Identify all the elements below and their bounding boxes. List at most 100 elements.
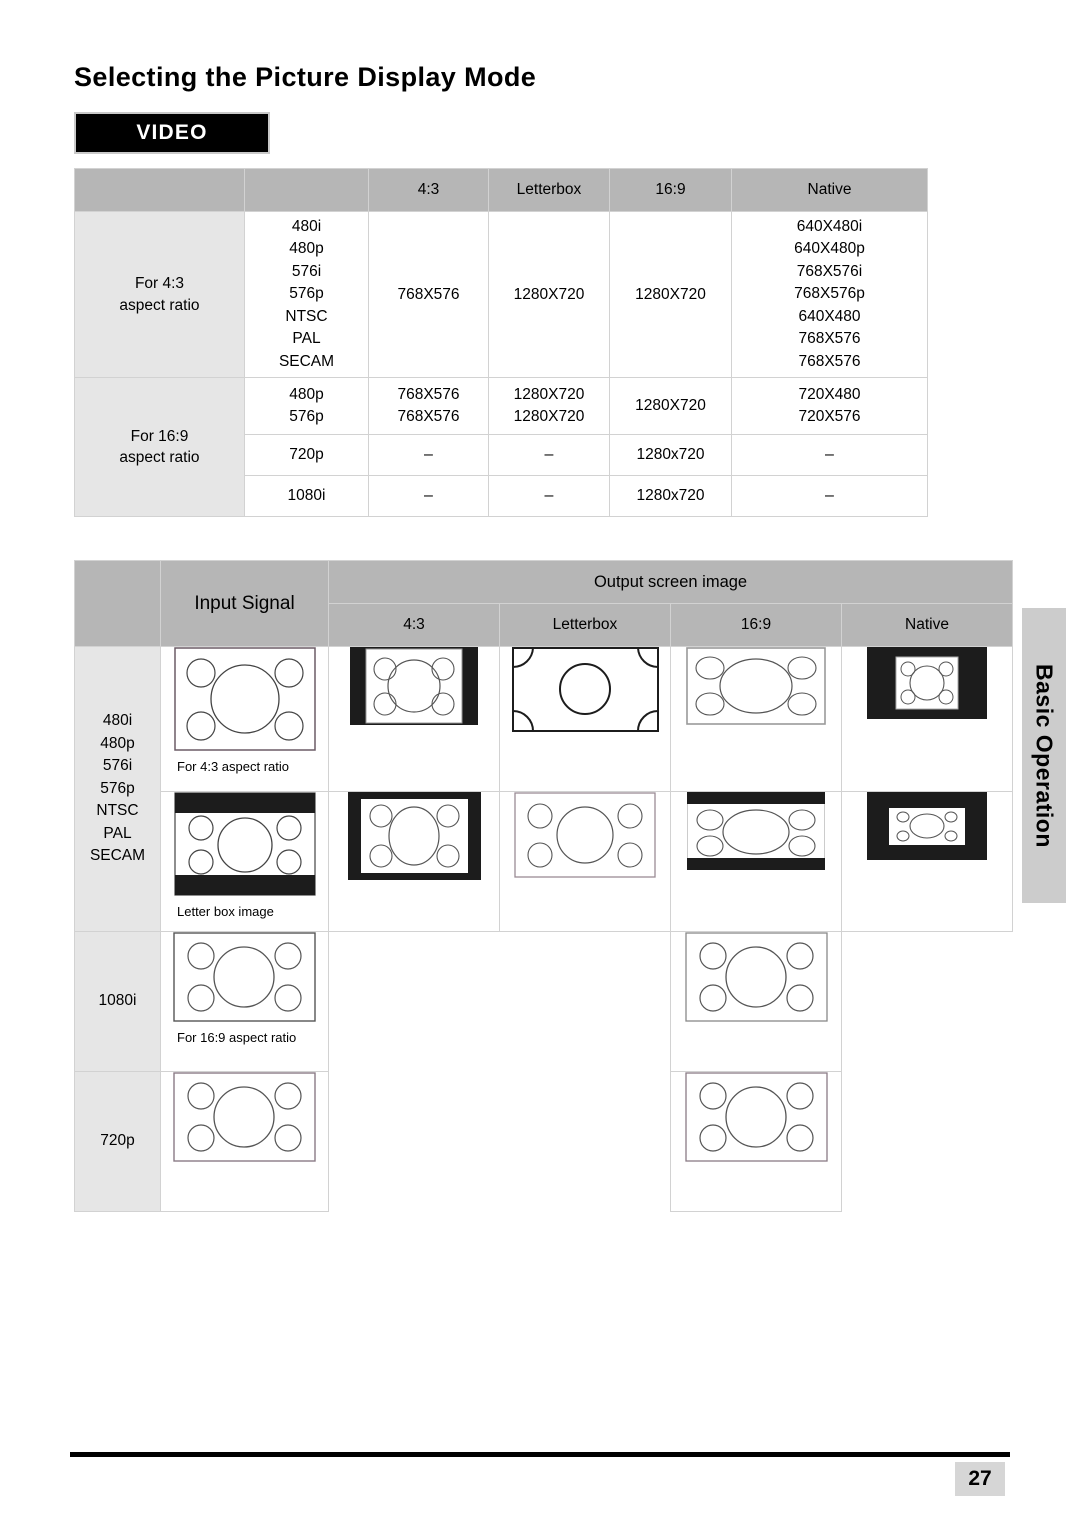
group-label-169-line1: For 16:9 [130, 427, 189, 445]
output-thumb-169-from-letterbox [670, 791, 842, 932]
thumb-pillarbox-43 [329, 647, 499, 725]
screen-diagram-fill-icon [514, 792, 656, 878]
input-thumb-43: For 4:3 aspect ratio [160, 646, 329, 792]
screen-diagram-zoom-crop-icon [511, 647, 659, 732]
value-169a-native: 720X480 720X576 [731, 377, 928, 435]
header-ratio-169: 16:9 [609, 168, 732, 212]
thumb-box-43 [161, 647, 328, 751]
value-43-native: 640X480i 640X480p 768X576i 768X576p 640X… [731, 211, 928, 378]
screen-diagram-pillarbox-letterbox-icon [347, 792, 481, 880]
thumb-fill-169-720p [671, 1072, 841, 1162]
value-169a-ratio43: 768X576 768X576 [368, 377, 489, 435]
signal-list-169-a: 480p 576p [244, 377, 369, 435]
output-empty-native-1080i [841, 931, 1013, 1072]
thumb-box-169-1080i [161, 932, 328, 1022]
output-empty-43-720p [328, 1071, 500, 1212]
table-row: For 16:9 aspect ratio 480p 576p 768X576 … [74, 377, 928, 517]
value-720p-ratio43: – [368, 434, 489, 476]
value-1080i-letterbox: – [488, 475, 610, 517]
footer-divider [70, 1452, 1010, 1457]
input-caption-43: For 4:3 aspect ratio [177, 759, 289, 774]
table-row-header-top: Input Signal Output screen image [74, 560, 1014, 647]
input-thumb-720p [160, 1071, 329, 1212]
screen-diagram-letterbox-169-icon [687, 792, 825, 870]
value-1080i-native: – [731, 475, 928, 517]
signal-1080i: 1080i [244, 475, 369, 517]
input-thumb-letterbox: Letter box image [160, 791, 329, 932]
table-row-header: 4:3 Letterbox 16:9 Native [74, 168, 928, 212]
header-blank-1 [74, 168, 245, 212]
output-thumb-native-from-letterbox [840, 791, 1014, 932]
thumb-letterbox-43 [161, 792, 328, 896]
thumb-pillarbox-letterbox [329, 792, 499, 880]
value-1080i-ratio169: 1280x720 [609, 475, 732, 517]
page-number-label: 27 [968, 1467, 992, 1490]
header-out-native: Native [840, 603, 1014, 647]
screen-diagram-4-3-icon [173, 647, 316, 751]
output-thumb-43-from-43 [328, 646, 500, 792]
screen-diagram-stretch-icon [686, 647, 826, 725]
signal-label-720p: 720p [74, 1071, 161, 1212]
header-blank-2 [244, 168, 369, 212]
value-720p-native: – [731, 434, 928, 476]
table-row: 1080i For 16:9 aspect ratio [74, 931, 1013, 1072]
screen-diagram-16-9-icon [173, 932, 316, 1022]
header-letterbox: Letterbox [488, 168, 610, 212]
group-label-43-line2: aspect ratio [119, 296, 200, 314]
screen-diagram-pillarbox-icon [350, 647, 478, 725]
value-1080i-ratio43: – [368, 475, 489, 517]
thumb-fill-169-1080i [671, 932, 841, 1022]
thumb-fill-169 [500, 792, 670, 878]
output-thumb-169-1080i [670, 931, 842, 1072]
table-row: For 4:3 aspect ratio 480i 480p 576i 576p… [74, 211, 928, 378]
display-mode-table: 4:3 Letterbox 16:9 Native For 4:3 aspect… [74, 168, 928, 517]
value-169a-ratio169: 1280X720 [609, 377, 732, 435]
section-tab-label: Basic Operation [1031, 663, 1058, 848]
input-caption-169: For 16:9 aspect ratio [177, 1030, 297, 1045]
thumb-native-small-43 [842, 647, 1012, 719]
table-row: 480i 480p 576i 576p NTSC PAL SECAM For 4… [74, 646, 1014, 932]
value-43-ratio169: 1280X720 [609, 211, 732, 378]
value-169a-letterbox: 1280X720 1280X720 [488, 377, 610, 435]
header-input-signal: Input Signal [160, 560, 329, 647]
output-thumb-169-720p [670, 1071, 842, 1212]
value-720p-letterbox: – [488, 434, 610, 476]
header-out-169: 16:9 [670, 603, 842, 647]
thumb-native-small-letterbox [842, 792, 1012, 860]
screen-diagram-16-9-720p-icon [173, 1072, 316, 1162]
output-thumb-letterbox-from-letterbox [499, 791, 671, 932]
signal-label-1080i: 1080i [74, 931, 161, 1072]
screen-diagram-16-9-output-720p-icon [684, 1072, 828, 1162]
output-thumb-169-from-43 [670, 646, 842, 792]
group-label-43: For 4:3 aspect ratio [74, 211, 245, 378]
output-thumb-native-from-43 [840, 646, 1014, 792]
screen-image-table: Input Signal Output screen image 4:3 Let… [74, 560, 1014, 1212]
screen-diagram-native-small-letterbox-icon [867, 792, 988, 860]
output-empty-43-1080i [328, 931, 500, 1072]
output-thumb-43-from-letterbox [328, 791, 500, 932]
header-output-screen-image: Output screen image [327, 560, 1014, 604]
group-label-169-line2: aspect ratio [119, 449, 200, 466]
value-43-ratio43: 768X576 [368, 211, 489, 378]
table-row: Letter box image [75, 791, 1014, 932]
group-label-169: For 16:9 aspect ratio [74, 377, 245, 517]
section-tab-basic-operation: Basic Operation [1022, 608, 1066, 903]
signal-list-43: 480i 480p 576i 576p NTSC PAL SECAM [244, 211, 369, 378]
input-thumb-1080i: For 16:9 aspect ratio [160, 931, 329, 1072]
header-blank-signal [74, 560, 161, 647]
header-native: Native [731, 168, 928, 212]
video-badge: VIDEO [74, 112, 270, 154]
signal-720p: 720p [244, 434, 369, 476]
output-thumb-letterbox-from-43 [499, 646, 671, 792]
thumb-zoom-crop [500, 647, 670, 732]
page-title: Selecting the Picture Display Mode [74, 62, 537, 92]
thumb-box-169-720p [161, 1072, 328, 1162]
video-badge-label: VIDEO [136, 121, 208, 144]
output-empty-letterbox-1080i [499, 931, 671, 1072]
screen-diagram-16-9-output-icon [684, 932, 828, 1022]
signal-label-sd: 480i 480p 576i 576p NTSC PAL SECAM [74, 646, 161, 932]
output-empty-letterbox-720p [499, 1071, 671, 1212]
thumb-letterbox-169 [671, 792, 841, 870]
header-ratio-43: 4:3 [368, 168, 489, 212]
output-empty-native-720p [841, 1071, 1013, 1212]
